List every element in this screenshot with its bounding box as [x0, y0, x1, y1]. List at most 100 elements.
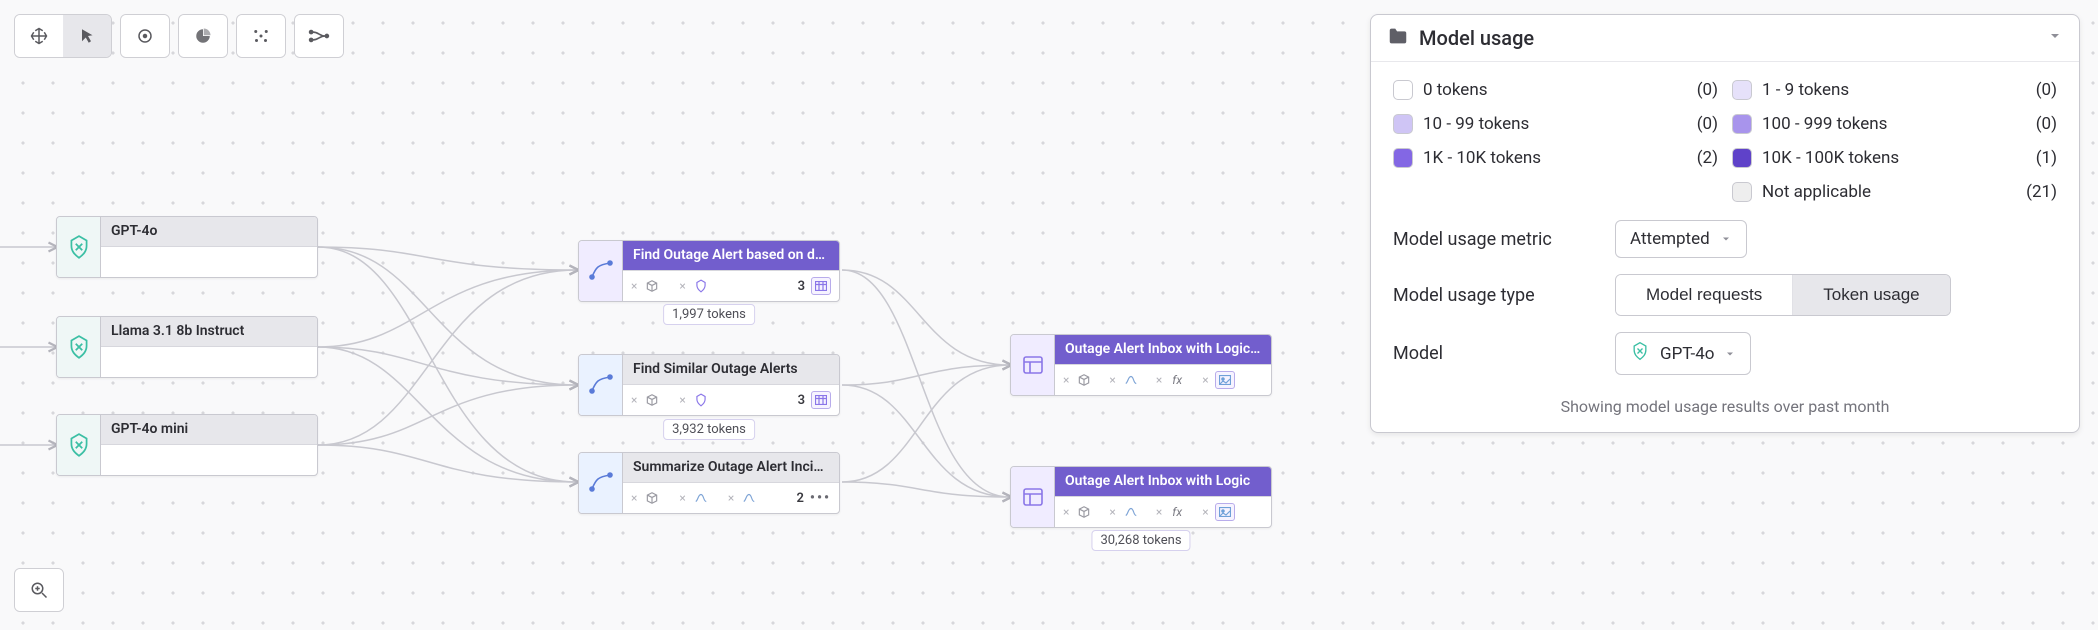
shield-icon — [692, 391, 710, 409]
center-tool[interactable] — [121, 15, 169, 57]
token-legend: 0 tokens (0) 1 - 9 tokens (0) 10 - 99 to… — [1371, 62, 2079, 208]
move-icon — [30, 27, 48, 45]
node-inbox-logic[interactable]: Outage Alert Inbox with Logic × × ×fx × — [1010, 466, 1272, 528]
legend-count: (0) — [2013, 114, 2057, 134]
table-icon — [811, 391, 831, 409]
tab-token-usage[interactable]: Token usage — [1792, 275, 1949, 315]
legend-count: (0) — [1674, 114, 1718, 134]
pie-icon — [194, 27, 212, 45]
more-icon: ••• — [810, 490, 831, 506]
canvas-toolbar — [14, 14, 344, 58]
merge-icon — [308, 27, 330, 45]
token-count-label: 1,997 tokens — [663, 304, 755, 325]
node-body: × × 3 — [623, 385, 839, 415]
node-count: 2 — [796, 491, 803, 506]
cube-icon — [643, 277, 661, 295]
app-icon — [1011, 467, 1055, 527]
node-title: Summarize Outage Alert Incid… — [623, 453, 839, 483]
shield-icon — [1630, 341, 1650, 366]
chevron-down-icon — [1724, 348, 1736, 360]
node-body — [101, 247, 317, 277]
legend-count: (0) — [2013, 80, 2057, 100]
node-title: GPT-4o mini — [101, 415, 317, 445]
node-title: Outage Alert Inbox with Logic — [1055, 467, 1271, 497]
tab-model-requests[interactable]: Model requests — [1616, 275, 1792, 315]
link-tool[interactable] — [295, 15, 343, 57]
cube-icon — [643, 391, 661, 409]
legend-label: 10 - 99 tokens — [1423, 114, 1529, 134]
node-count: 3 — [798, 393, 805, 408]
node-model-llama[interactable]: Llama 3.1 8b Instruct — [56, 316, 318, 378]
node-body: × × ×fx × — [1055, 365, 1271, 395]
legend-label: Not applicable — [1762, 182, 1871, 202]
node-inbox-truncated[interactable]: Outage Alert Inbox with Logic … × × ×fx … — [1010, 334, 1272, 396]
pipeline-icon — [579, 241, 623, 301]
layout-tool[interactable] — [237, 15, 285, 57]
target-icon — [136, 27, 154, 45]
legend-label: 1 - 9 tokens — [1762, 80, 1849, 100]
pipeline-icon — [579, 355, 623, 415]
node-body: × × ×fx × — [1055, 497, 1271, 527]
table-icon — [811, 277, 831, 295]
sig-icon — [1122, 503, 1140, 521]
node-summarize-outage[interactable]: Summarize Outage Alert Incid… × × × 2 ••… — [578, 452, 840, 514]
pipeline-icon — [579, 453, 623, 513]
node-body: × × 3 — [623, 271, 839, 301]
zoom-in-icon — [30, 581, 48, 599]
legend-count: (1) — [2013, 148, 2057, 168]
node-body — [101, 445, 317, 475]
model-value: GPT-4o — [1660, 344, 1714, 364]
metric-label: Model usage metric — [1393, 229, 1593, 250]
fx-icon: fx — [1168, 503, 1186, 521]
zoom-in-button[interactable] — [15, 569, 63, 611]
model-icon — [57, 317, 101, 377]
cube-icon — [1075, 503, 1093, 521]
cube-icon — [643, 489, 661, 507]
chevron-down-icon — [1720, 233, 1732, 245]
panel-footnote: Showing model usage results over past mo… — [1371, 391, 2079, 432]
node-title: Llama 3.1 8b Instruct — [101, 317, 317, 347]
app-icon — [1011, 335, 1055, 395]
legend-count: (2) — [1674, 148, 1718, 168]
metric-select[interactable]: Attempted — [1615, 220, 1747, 258]
model-icon — [57, 217, 101, 277]
pointer-icon — [79, 27, 97, 45]
usage-type-toggle: Model requests Token usage — [1615, 274, 1951, 316]
node-title: Find Similar Outage Alerts — [623, 355, 839, 385]
img-icon — [1215, 503, 1235, 521]
node-find-outage-desc[interactable]: Find Outage Alert based on de… × × 3 — [578, 240, 840, 302]
legend-count: (0) — [1674, 80, 1718, 100]
legend-label: 10K - 100K tokens — [1762, 148, 1899, 168]
model-usage-panel: Model usage 0 tokens (0) 1 - 9 tokens (0… — [1370, 14, 2080, 433]
node-title: Outage Alert Inbox with Logic … — [1055, 335, 1271, 365]
fx-icon: fx — [1168, 371, 1186, 389]
node-body: × × × 2 ••• — [623, 483, 839, 513]
cube-icon — [1075, 371, 1093, 389]
node-find-similar[interactable]: Find Similar Outage Alerts × × 3 — [578, 354, 840, 416]
sig-icon — [740, 489, 758, 507]
node-model-gpt4o[interactable]: GPT-4o — [56, 216, 318, 278]
node-title: GPT-4o — [101, 217, 317, 247]
metric-value: Attempted — [1630, 229, 1710, 249]
pointer-tool[interactable] — [63, 15, 111, 57]
node-title: Find Outage Alert based on de… — [623, 241, 839, 271]
node-model-gpt4omini[interactable]: GPT-4o mini — [56, 414, 318, 476]
shield-icon — [692, 277, 710, 295]
panel-title: Model usage — [1419, 26, 2037, 50]
chart-tool[interactable] — [179, 15, 227, 57]
sig-icon — [692, 489, 710, 507]
sig-icon — [1122, 371, 1140, 389]
img-icon — [1215, 371, 1235, 389]
node-count: 3 — [798, 279, 805, 294]
token-count-label: 3,932 tokens — [663, 419, 755, 440]
scatter-icon — [252, 27, 270, 45]
model-label: Model — [1393, 343, 1593, 364]
move-tool[interactable] — [15, 15, 63, 57]
legend-label: 0 tokens — [1423, 80, 1488, 100]
legend-count: (21) — [2013, 182, 2057, 202]
model-select[interactable]: GPT-4o — [1615, 332, 1751, 375]
panel-header[interactable]: Model usage — [1371, 15, 2079, 62]
legend-label: 100 - 999 tokens — [1762, 114, 1887, 134]
token-count-label: 30,268 tokens — [1091, 530, 1190, 551]
model-icon — [57, 415, 101, 475]
